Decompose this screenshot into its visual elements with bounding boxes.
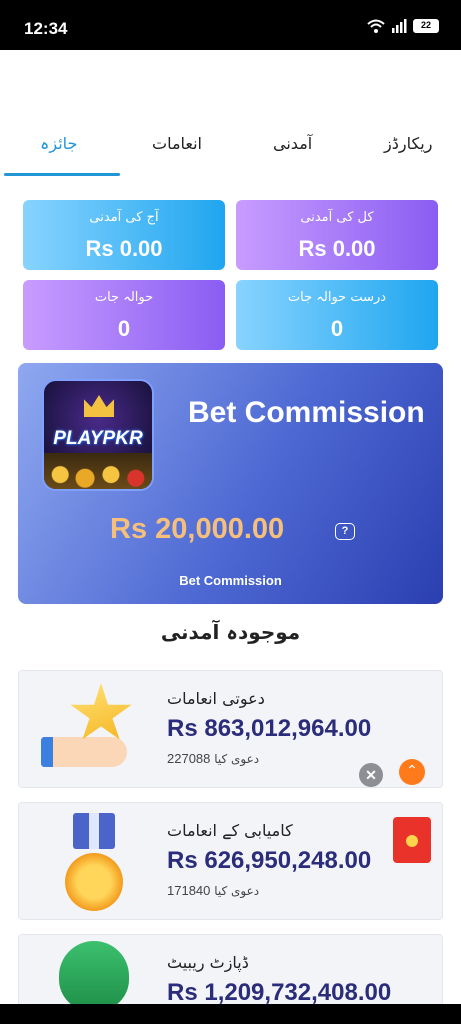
playpkr-logo: PLAYPKR — [42, 379, 154, 491]
referrals-label: حوالہ جات — [94, 290, 154, 305]
claimed-info: 227088 دعوی کیا — [167, 751, 259, 766]
banner-title: Bet Commission — [188, 396, 425, 429]
bet-commission-banner[interactable]: PLAYPKR Bet Commission Rs 20,000.00 ? Be… — [18, 363, 443, 604]
active-tab-indicator — [4, 173, 120, 176]
navigation-bar — [0, 1004, 461, 1024]
total-income-label: کل کی آمدنی — [300, 210, 374, 225]
medal-icon — [59, 813, 129, 911]
commission-amount: Rs 20,000.00 — [110, 513, 285, 545]
wifi-icon — [367, 19, 385, 33]
tab-rewards[interactable]: انعامات — [152, 134, 202, 153]
card-title: کامیابی کے انعامات — [167, 821, 293, 840]
today-income-value: Rs 0.00 — [85, 236, 163, 261]
total-income-card: کل کی آمدنی Rs 0.00 — [236, 200, 438, 270]
help-icon[interactable]: ? — [335, 523, 355, 540]
valid-referrals-label: درست حوالہ جات — [287, 290, 387, 305]
tab-records[interactable]: ریکارڈز — [384, 134, 432, 153]
hand-icon — [41, 737, 127, 767]
section-title: موجودہ آمدنی — [160, 620, 301, 644]
tab-income[interactable]: آمدنی — [273, 134, 312, 153]
envelope-seal-icon — [406, 835, 418, 847]
coins-icon — [44, 453, 152, 489]
battery-icon: 22 — [413, 19, 439, 33]
today-income-card: آج کی آمدنی Rs 0.00 — [23, 200, 225, 270]
scroll-top-icon[interactable]: ⌃ — [399, 759, 425, 785]
close-icon[interactable]: ✕ — [359, 763, 383, 787]
claimed-count: 171840 — [167, 883, 211, 898]
today-income-label: آج کی آمدنی — [89, 210, 159, 225]
valid-referrals-card: درست حوالہ جات 0 — [236, 280, 438, 350]
signal-icon — [392, 19, 407, 33]
tab-bar: جائزہ انعامات آمدنی ریکارڈز — [0, 118, 461, 178]
card-amount: Rs 863,012,964.00 — [167, 715, 372, 742]
claimed-label: دعوی کیا — [214, 752, 260, 766]
status-bar: 12:34 22 — [0, 0, 461, 50]
referrals-value: 0 — [117, 316, 131, 341]
money-bag-icon — [59, 941, 129, 1011]
referrals-card: حوالہ جات 0 — [23, 280, 225, 350]
card-title: ڈپازٹ ریبیٹ — [167, 953, 249, 972]
logo-text: PLAYPKR — [53, 428, 143, 449]
card-amount: Rs 1,209,732,408.00 — [167, 979, 392, 1006]
crown-icon — [84, 395, 114, 417]
star-icon — [70, 683, 132, 740]
total-income-value: Rs 0.00 — [298, 236, 376, 261]
claimed-count: 227088 — [167, 751, 211, 766]
banner-footer: Bet Commission — [179, 573, 282, 588]
achievement-rewards-card[interactable]: کامیابی کے انعامات Rs 626,950,248.00 171… — [18, 802, 443, 920]
tab-overview[interactable]: جائزہ — [40, 134, 77, 153]
invite-rewards-card[interactable]: دعوتی انعامات Rs 863,012,964.00 227088 د… — [18, 670, 443, 788]
status-icons: 22 — [367, 19, 439, 33]
valid-referrals-value: 0 — [330, 316, 344, 341]
red-envelope-icon[interactable] — [393, 817, 431, 863]
claimed-info: 171840 دعوی کیا — [167, 883, 259, 898]
claimed-label: دعوی کیا — [214, 884, 260, 898]
card-amount: Rs 626,950,248.00 — [167, 847, 372, 874]
clock: 12:34 — [24, 19, 68, 38]
ribbon-icon — [73, 813, 115, 849]
medal-disc-icon — [65, 853, 123, 911]
card-title: دعوتی انعامات — [167, 689, 265, 708]
